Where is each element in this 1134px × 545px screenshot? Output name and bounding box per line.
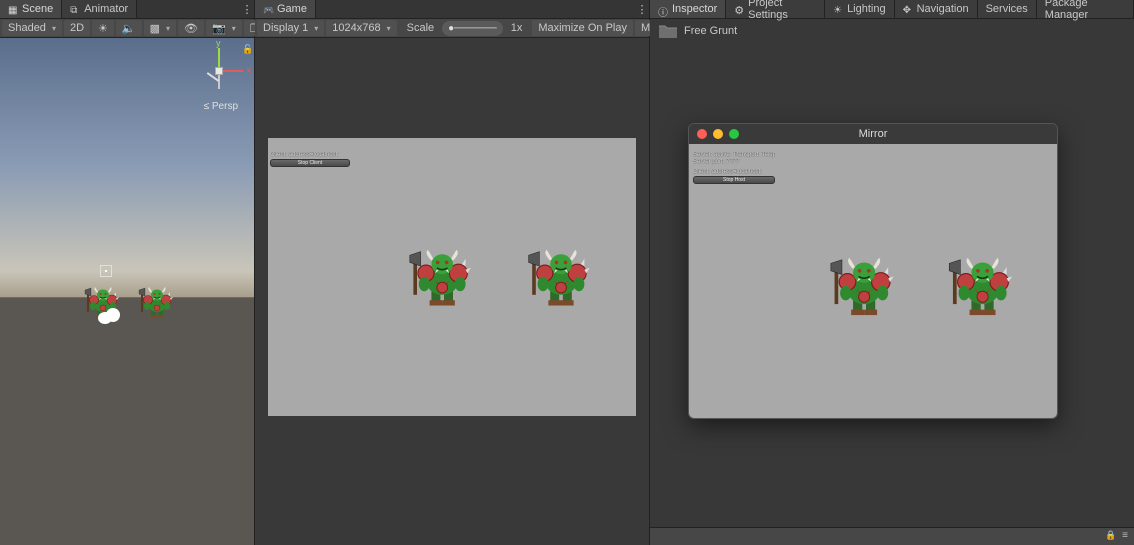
toggle-2d-label: 2D xyxy=(70,22,84,34)
tab-package-manager-label: Package Manager xyxy=(1045,0,1125,21)
folder-icon xyxy=(658,23,678,39)
tab-project-settings-label: Project Settings xyxy=(748,0,816,21)
resolution-dropdown[interactable]: 1024x768 xyxy=(326,20,396,36)
game-viewport-frame: Client: address=localhost: Stop Client xyxy=(255,38,649,545)
shading-mode-label: Shaded xyxy=(8,22,46,34)
light-icon xyxy=(833,4,843,14)
game-characters xyxy=(408,248,592,306)
scene-fx-toggle[interactable]: ▩ xyxy=(144,20,176,36)
display-dropdown[interactable]: Display 1 xyxy=(257,20,324,36)
tab-navigation[interactable]: Navigation xyxy=(895,0,978,18)
inspector-icon xyxy=(658,4,668,14)
mirror-title: Mirror xyxy=(689,128,1057,140)
tab-game-label: Game xyxy=(277,3,307,15)
stop-host-label: Stop Host xyxy=(723,177,745,183)
resolution-label: 1024x768 xyxy=(332,22,380,34)
hud-client-line: Client: address=localhost: xyxy=(693,169,775,175)
scene-ground xyxy=(0,297,254,545)
animator-icon xyxy=(70,4,80,14)
lock-icon[interactable] xyxy=(1105,530,1116,541)
toggle-2d[interactable]: 2D xyxy=(64,20,90,36)
tab-inspector[interactable]: Inspector xyxy=(650,0,726,18)
orc-character xyxy=(829,256,896,315)
orc-character xyxy=(138,286,174,318)
hud-port-line: Server port: 7777 xyxy=(693,159,775,165)
mirror-viewport[interactable]: Server: active. Transport: Telepathy Ser… xyxy=(689,144,1057,418)
scale-slider[interactable]: ●────── xyxy=(442,21,503,36)
orc-character xyxy=(527,248,592,306)
stop-client-button[interactable]: Stop Client xyxy=(270,159,350,167)
statusbar-menu-icon[interactable]: ≡ xyxy=(1122,530,1128,541)
tab-animator-label: Animator xyxy=(84,3,128,15)
axis-x-icon[interactable] xyxy=(223,70,243,72)
orc-character xyxy=(947,256,1014,315)
gizmo-lock-icon[interactable]: 🔓 xyxy=(242,44,252,54)
tab-scene[interactable]: Scene xyxy=(0,0,62,18)
asset-header: Free Grunt xyxy=(650,19,1134,43)
stop-host-button[interactable]: Stop Host xyxy=(693,176,775,184)
maximize-label: Maximize On Play xyxy=(538,22,627,34)
mirror-characters xyxy=(829,256,1014,315)
tab-lighting[interactable]: Lighting xyxy=(825,0,895,18)
scale-value: 1x xyxy=(505,20,529,36)
tab-game[interactable]: Game xyxy=(255,0,316,18)
scene-camera-toggle[interactable]: 📷 xyxy=(206,20,242,36)
gear-icon xyxy=(734,4,744,14)
hud-server-line: Server: active. Transport: Telepathy xyxy=(693,152,775,158)
orc-character xyxy=(408,248,473,306)
display-label: Display 1 xyxy=(263,22,308,34)
tab-services[interactable]: Services xyxy=(978,0,1037,18)
asset-name: Free Grunt xyxy=(684,25,737,37)
scene-icon xyxy=(8,4,18,14)
tab-animator[interactable]: Animator xyxy=(62,0,137,18)
scene-visibility-toggle[interactable]: 👁 xyxy=(178,20,204,36)
shading-mode-dropdown[interactable]: Shaded xyxy=(2,20,62,36)
tab-services-label: Services xyxy=(986,3,1028,15)
scene-viewport[interactable]: 🔓 ≤ Persp xyxy=(0,38,254,545)
mirror-titlebar[interactable]: Mirror xyxy=(689,124,1057,144)
scene-audio-toggle[interactable]: 🔈 xyxy=(116,20,142,36)
stop-client-label: Stop Client xyxy=(298,160,322,166)
selection-indicator-icon xyxy=(100,265,112,277)
scene-lighting-toggle[interactable]: ☀ xyxy=(92,20,114,36)
projection-label[interactable]: ≤ Persp xyxy=(204,101,238,112)
tab-inspector-label: Inspector xyxy=(672,3,717,15)
axis-y-icon[interactable] xyxy=(218,48,220,68)
tab-scene-label: Scene xyxy=(22,3,53,15)
tab-navigation-label: Navigation xyxy=(917,3,969,15)
hud-client-line: Client: address=localhost: xyxy=(270,152,350,158)
game-viewport[interactable]: Client: address=localhost: Stop Client xyxy=(268,138,636,416)
game-tab-menu[interactable]: ⋮ xyxy=(635,0,649,18)
mirror-window[interactable]: Mirror Server: active. Transport: Telepa… xyxy=(688,123,1058,419)
maximize-on-play-toggle[interactable]: Maximize On Play xyxy=(532,20,633,36)
navigation-icon xyxy=(903,4,913,14)
gizmo-center-icon[interactable] xyxy=(215,67,223,75)
inspector-status-bar: ≡ xyxy=(650,527,1134,545)
tab-project-settings[interactable]: Project Settings xyxy=(726,0,825,18)
scene-tab-menu[interactable]: ⋮ xyxy=(240,0,254,18)
network-hud: Client: address=localhost: Stop Client xyxy=(270,152,350,167)
mirror-network-hud: Server: active. Transport: Telepathy Ser… xyxy=(693,152,775,184)
tab-package-manager[interactable]: Package Manager xyxy=(1037,0,1134,18)
axis-y-neg-icon[interactable] xyxy=(218,75,220,89)
inspector-body: Mirror Server: active. Transport: Telepa… xyxy=(650,43,1134,545)
tab-lighting-label: Lighting xyxy=(847,3,886,15)
scale-label: Scale xyxy=(401,20,441,36)
cloud-particle-icon xyxy=(96,308,124,326)
game-icon xyxy=(263,4,273,14)
orientation-gizmo[interactable] xyxy=(194,46,244,96)
